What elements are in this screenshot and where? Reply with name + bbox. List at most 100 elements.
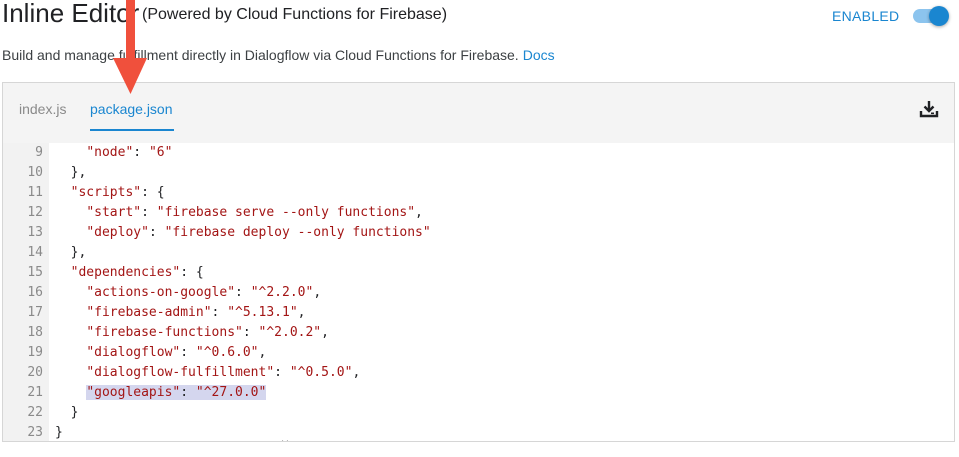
line-number: 9 <box>35 145 43 160</box>
line-number: 18 <box>27 325 43 340</box>
code-content: "firebase-functions": "^2.0.2" <box>86 325 321 340</box>
json-key: "firebase-admin" <box>86 305 212 320</box>
line-number: 23 <box>27 425 43 440</box>
code-area[interactable]: 9 "node": "6" 10 }, 11 "scripts": {12 "sta… <box>3 143 954 441</box>
line-number: 17 <box>27 305 43 320</box>
code-line[interactable]: 13 "deploy": "firebase deploy --only fun… <box>3 223 954 243</box>
code-line[interactable]: 12 "start": "firebase serve --only funct… <box>3 203 954 223</box>
line-code: "deploy": "firebase deploy --only functi… <box>55 223 431 243</box>
code-line[interactable]: 22 } <box>3 403 954 423</box>
code-editor-panel: index.js package.json 9 "node": "6" 10 },… <box>2 82 955 442</box>
active-tab-indicator <box>90 129 174 131</box>
code-punctuation: : <box>148 225 165 240</box>
enabled-toggle[interactable] <box>913 5 949 27</box>
json-value: "^5.13.1" <box>227 305 298 320</box>
line-code: "dependencies": { <box>55 263 204 283</box>
enabled-status-label: ENABLED <box>832 8 900 24</box>
line-code: } <box>55 403 79 423</box>
download-icon <box>919 101 939 118</box>
code-punctuation: : <box>180 385 196 400</box>
description-text: Build and manage fulfillment directly in… <box>2 47 519 63</box>
code-content: "actions-on-google": "^2.2.0" <box>86 285 313 300</box>
json-key: "node" <box>86 145 134 160</box>
line-number: 22 <box>27 405 43 420</box>
line-code: "node": "6" <box>55 143 172 163</box>
code-line[interactable]: 10 }, <box>3 163 954 183</box>
line-code: "dialogflow": "^0.6.0", <box>55 343 266 363</box>
json-value: "^27.0.0" <box>195 385 267 400</box>
code-punctuation: }, <box>70 165 87 180</box>
code-line[interactable]: 15 "dependencies": { <box>3 263 954 283</box>
code-line[interactable]: 18 "firebase-functions": "^2.0.2", <box>3 323 954 343</box>
tab-package-json[interactable]: package.json <box>90 101 173 117</box>
line-code: "firebase-functions": "^2.0.2", <box>55 323 329 343</box>
line-number: 14 <box>27 245 43 260</box>
json-key: "firebase-functions" <box>86 325 243 340</box>
code-punctuation: , <box>415 205 423 220</box>
code-punctuation: }, <box>70 245 87 260</box>
code-line[interactable]: 16 "actions-on-google": "^2.2.0", <box>3 283 954 303</box>
line-code: }, <box>55 243 87 263</box>
json-value: "6" <box>148 145 173 160</box>
code-content: "node": "6" <box>86 145 172 160</box>
code-line[interactable]: 9 "node": "6" <box>3 143 954 163</box>
code-content: "scripts": { <box>71 185 165 200</box>
line-number: 21 <box>27 385 43 400</box>
code-line[interactable]: 17 "firebase-admin": "^5.13.1", <box>3 303 954 323</box>
line-code: }, <box>55 163 87 183</box>
json-key: "start" <box>86 205 142 220</box>
code-content: "start": "firebase serve --only function… <box>86 205 415 220</box>
code-line[interactable]: 11 "scripts": { <box>3 183 954 203</box>
code-content: "firebase-admin": "^5.13.1" <box>86 305 297 320</box>
json-key: "actions-on-google" <box>86 285 236 300</box>
code-punctuation: : <box>180 345 196 360</box>
code-punctuation: } <box>55 425 63 440</box>
line-code: } <box>55 423 63 441</box>
json-key: "googleapis" <box>86 385 181 400</box>
code-punctuation: : <box>235 285 251 300</box>
line-number: 15 <box>27 265 43 280</box>
tab-index-js[interactable]: index.js <box>19 101 66 117</box>
code-punctuation: , <box>352 365 361 380</box>
description: Build and manage fulfillment directly in… <box>2 47 555 63</box>
json-value: "^0.6.0" <box>195 345 259 360</box>
selected-text: "googleapis": "^27.0.0" <box>86 385 267 400</box>
code-punctuation: : <box>133 145 149 160</box>
line-number: 16 <box>27 285 43 300</box>
docs-link[interactable]: Docs <box>523 47 555 63</box>
code-punctuation: : <box>141 205 157 220</box>
json-value: "^0.5.0" <box>289 365 353 380</box>
line-number: 11 <box>27 185 43 200</box>
line-code: "googleapis": "^27.0.0" <box>55 383 267 403</box>
line-number: 20 <box>27 365 43 380</box>
code-line[interactable]: 20 "dialogflow-fulfillment": "^0.5.0", <box>3 363 954 383</box>
code-punctuation: : <box>211 305 228 320</box>
code-line[interactable]: 19 "dialogflow": "^0.6.0", <box>3 343 954 363</box>
json-key: "scripts" <box>70 185 142 200</box>
download-button[interactable] <box>919 99 939 119</box>
json-value: "firebase deploy --only functions" <box>164 225 431 240</box>
code-punctuation: : <box>274 365 290 380</box>
toggle-thumb <box>929 6 949 26</box>
code-punctuation: , <box>258 345 267 360</box>
line-code: "actions-on-google": "^2.2.0", <box>55 283 321 303</box>
json-key: "dialogflow-fulfillment" <box>86 365 275 380</box>
code-line[interactable]: 21 "googleapis": "^27.0.0" <box>3 383 954 403</box>
json-value: "firebase serve --only functions" <box>156 205 416 220</box>
code-line[interactable]: 14 }, <box>3 243 954 263</box>
code-content: "dependencies": { <box>71 265 204 280</box>
red-arrow-down-icon <box>113 0 147 94</box>
code-punctuation: } <box>70 405 79 420</box>
code-content: "dialogflow": "^0.6.0" <box>86 345 258 360</box>
code-punctuation: , <box>313 285 322 300</box>
code-line[interactable]: 23} <box>3 423 954 441</box>
